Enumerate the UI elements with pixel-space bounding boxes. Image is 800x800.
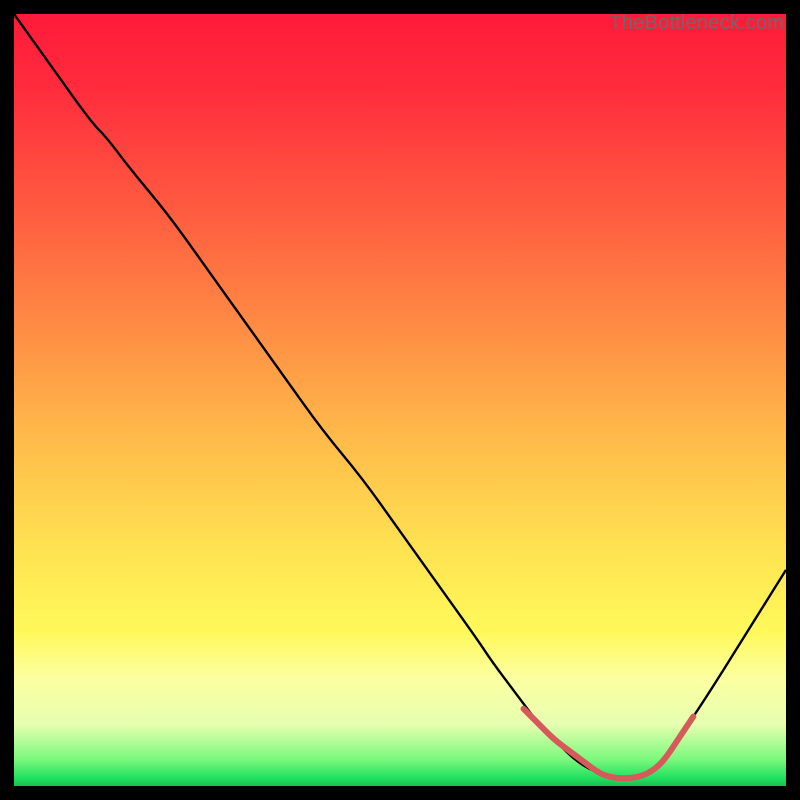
gradient-background	[14, 14, 786, 786]
watermark-text: TheBottleneck.com	[609, 12, 784, 35]
bottleneck-chart	[14, 14, 786, 786]
chart-frame: TheBottleneck.com	[14, 14, 786, 786]
